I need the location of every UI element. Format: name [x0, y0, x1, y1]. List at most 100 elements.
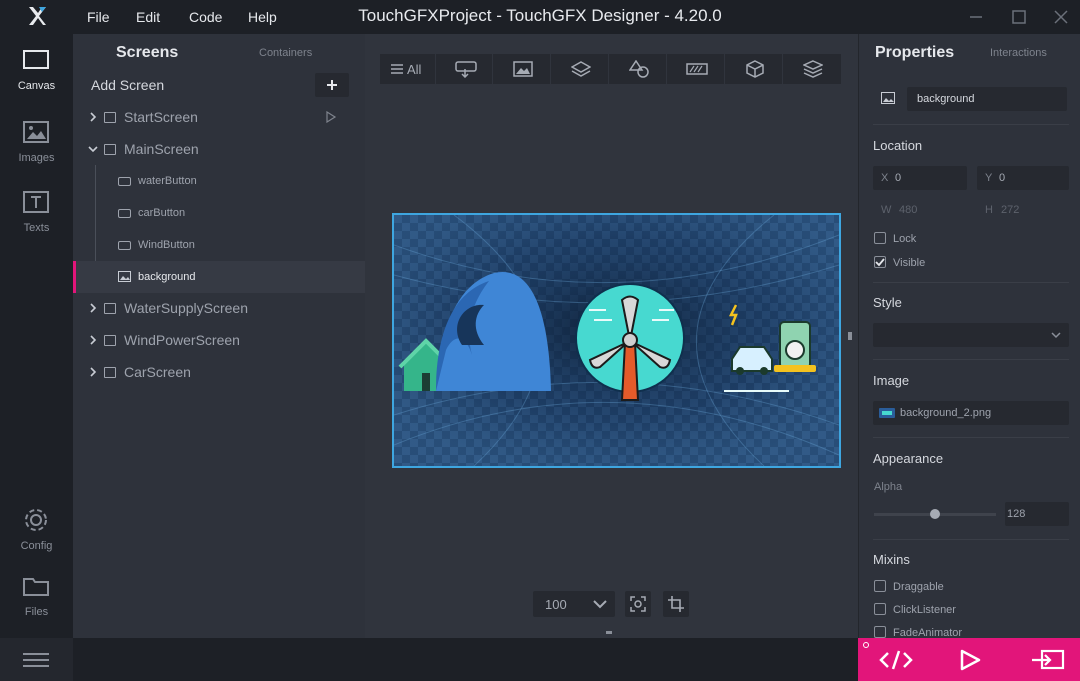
list-icon — [391, 64, 403, 74]
minimize-icon[interactable] — [967, 8, 985, 26]
fit-screen-icon — [630, 596, 646, 612]
x-value: 0 — [895, 172, 902, 184]
filter-3d-button[interactable] — [727, 54, 783, 84]
tree-widget-wind[interactable]: WindButton — [73, 229, 365, 261]
nav-images[interactable]: Images — [0, 106, 73, 168]
hamburger-menu-button[interactable] — [0, 638, 73, 681]
selection-indicator — [73, 261, 76, 293]
visible-checkbox[interactable] — [874, 256, 886, 268]
texts-icon — [23, 191, 49, 213]
tree-widget-car[interactable]: carButton — [73, 197, 365, 229]
fit-to-screen-button[interactable] — [625, 591, 651, 617]
run-simulator-button[interactable] — [954, 646, 986, 674]
widget-name-input[interactable]: background — [907, 87, 1067, 111]
h-label: H — [985, 204, 993, 216]
screen-preview[interactable] — [392, 213, 841, 468]
nav-canvas[interactable]: Canvas — [0, 34, 73, 96]
maximize-icon[interactable] — [1010, 8, 1028, 26]
tree-screen-car[interactable]: CarScreen — [73, 356, 365, 388]
zoom-value: 100 — [545, 597, 567, 612]
run-on-target-icon — [1032, 649, 1065, 670]
nav-images-label: Images — [18, 152, 55, 164]
panel-resize-handle-bottom[interactable] — [606, 631, 612, 634]
filter-progress-button[interactable] — [669, 54, 725, 84]
filter-all-label: All — [407, 62, 422, 77]
alpha-slider[interactable] — [874, 509, 996, 519]
folder-icon — [23, 578, 49, 596]
shapes-icon — [629, 60, 649, 78]
nav-files[interactable]: Files — [0, 560, 73, 622]
crop-button[interactable] — [663, 591, 689, 617]
divider — [873, 539, 1069, 540]
checkmark-icon — [875, 258, 885, 267]
mixins-title: Mixins — [873, 552, 910, 567]
canvas-icon — [23, 50, 49, 69]
filter-buttons-button[interactable] — [437, 54, 493, 84]
h-input: H 272 — [977, 198, 1069, 222]
y-input[interactable]: Y 0 — [977, 166, 1069, 190]
tab-properties[interactable]: Properties — [875, 44, 954, 62]
lock-checkbox[interactable] — [874, 232, 886, 244]
draggable-checkbox[interactable] — [874, 580, 886, 592]
tree-screen-label: WaterSupplyScreen — [124, 300, 248, 316]
run-target-button[interactable] — [1028, 646, 1068, 674]
image-select[interactable]: background_2.png — [873, 401, 1069, 425]
tree-screen-start[interactable]: StartScreen — [73, 101, 365, 133]
tree-screen-watersupply[interactable]: WaterSupplyScreen — [73, 292, 365, 324]
tab-interactions[interactable]: Interactions — [990, 47, 1047, 59]
window-title: TouchGFXProject - TouchGFX Designer - 4.… — [358, 6, 722, 25]
x-input[interactable]: X 0 — [873, 166, 967, 190]
filter-containers-button[interactable] — [553, 54, 609, 84]
menu-code[interactable]: Code — [189, 9, 222, 25]
filter-all-button[interactable]: All — [380, 54, 436, 84]
alpha-input[interactable]: 128 — [1005, 502, 1069, 526]
chevron-down-icon — [593, 600, 607, 609]
alpha-value: 128 — [1007, 508, 1026, 520]
tree-screen-windpower[interactable]: WindPowerScreen — [73, 324, 365, 356]
tab-containers[interactable]: Containers — [259, 47, 312, 59]
layers-icon — [571, 61, 591, 77]
y-value: 0 — [999, 172, 1006, 184]
filter-images-button[interactable] — [495, 54, 551, 84]
tree-screen-label: StartScreen — [124, 109, 198, 125]
tree-widget-background[interactable]: background — [73, 261, 365, 293]
status-dot-icon — [863, 642, 869, 648]
w-label: W — [881, 204, 892, 216]
alpha-label: Alpha — [874, 481, 903, 493]
add-screen-button[interactable] — [315, 73, 349, 97]
tab-screens[interactable]: Screens — [116, 44, 178, 62]
alpha-slider-thumb[interactable] — [930, 509, 940, 519]
filter-shapes-button[interactable] — [611, 54, 667, 84]
title-bar: File Edit Code Help TouchGFXProject - To… — [0, 0, 1080, 34]
w-value: 480 — [899, 204, 918, 216]
stack-icon — [803, 60, 823, 78]
close-icon[interactable] — [1052, 8, 1070, 26]
screen-icon — [104, 144, 116, 155]
image-thumbnail-icon — [879, 408, 895, 418]
generate-code-button[interactable] — [876, 646, 916, 674]
divider — [873, 282, 1069, 283]
chevron-right-icon — [90, 367, 97, 377]
divider — [873, 437, 1069, 438]
panel-resize-handle[interactable] — [848, 332, 852, 340]
cube-icon — [746, 60, 764, 78]
button-widget-icon — [118, 177, 131, 186]
fadeanimator-checkbox[interactable] — [874, 626, 886, 638]
add-screen-label: Add Screen — [91, 77, 165, 93]
tree-widget-water[interactable]: waterButton — [73, 165, 365, 197]
menu-edit[interactable]: Edit — [136, 9, 160, 25]
menu-file[interactable]: File — [87, 9, 110, 25]
clicklistener-checkbox[interactable] — [874, 603, 886, 615]
tree-screen-main[interactable]: MainScreen — [73, 133, 365, 165]
nav-config[interactable]: Config — [0, 492, 73, 554]
style-select[interactable] — [873, 323, 1069, 347]
code-icon — [879, 650, 913, 670]
nav-files-label: Files — [24, 606, 49, 618]
lock-label: Lock — [893, 233, 917, 245]
nav-texts[interactable]: Texts — [0, 176, 73, 238]
filter-misc-button[interactable] — [785, 54, 841, 84]
zoom-select[interactable]: 100 — [533, 591, 615, 617]
image-widget-icon — [118, 271, 131, 282]
menu-help[interactable]: Help — [248, 9, 277, 25]
background-image[interactable] — [394, 215, 839, 466]
